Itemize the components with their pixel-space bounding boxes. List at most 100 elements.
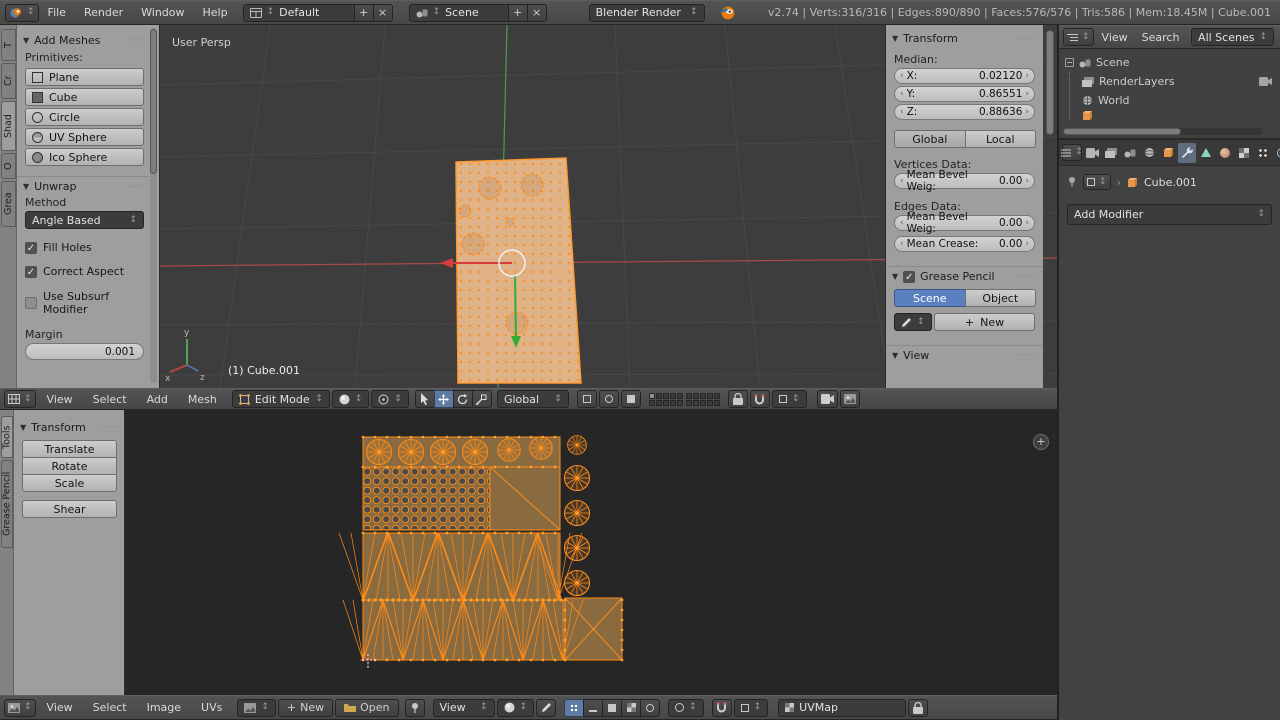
gp-layer-icon-dropdown[interactable] (894, 313, 932, 331)
menu-outliner-search[interactable]: Search (1136, 31, 1186, 44)
screen-layout-selector[interactable]: Default (242, 3, 355, 22)
menu-uv-uvs[interactable]: UVs (192, 701, 231, 714)
manipulator-rotate-button[interactable] (452, 390, 473, 408)
scene-selector[interactable]: Scene (408, 3, 509, 22)
tab-render[interactable] (1083, 143, 1101, 163)
tab-object-data[interactable] (1197, 143, 1215, 163)
add-uv-sphere-button[interactable]: UV Sphere (25, 128, 144, 146)
pivot-point-dropdown[interactable] (371, 390, 409, 408)
opengl-render-anim-button[interactable] (839, 390, 860, 408)
uv-draw-type-dropdown[interactable] (496, 698, 535, 717)
collapse-minus-icon[interactable]: − (1065, 58, 1074, 67)
scene-add-button[interactable]: + (507, 3, 528, 22)
editor-type-button-3d[interactable] (4, 390, 36, 408)
manipulator-translate-button[interactable] (433, 390, 454, 408)
increment-arrow-icon[interactable]: › (1025, 218, 1029, 228)
region-expand-plus-button[interactable]: + (1033, 434, 1049, 450)
panel-drag-dots-icon[interactable] (100, 423, 119, 433)
manipulator-scale-button[interactable] (471, 390, 492, 408)
view-panel-header[interactable]: ▼ View (886, 345, 1043, 364)
vertex-bevel-weight-slider[interactable]: ‹ Mean Bevel Weig: 0.00 › (894, 169, 1035, 193)
add-circle-button[interactable]: Circle (25, 108, 144, 126)
scene-delete-button[interactable]: × (526, 3, 547, 22)
image-open-button[interactable]: Open (335, 698, 399, 717)
menu-file[interactable]: File (39, 6, 75, 19)
gp-new-button[interactable]: + New (934, 313, 1035, 331)
snap-peel-button[interactable] (598, 390, 619, 408)
menu-window[interactable]: Window (132, 6, 193, 19)
tab-particles[interactable] (1254, 143, 1272, 163)
menu-render[interactable]: Render (75, 6, 132, 19)
gp-object-button[interactable]: Object (964, 289, 1036, 307)
uv-transform-panel-header[interactable]: ▼ Transform (14, 418, 125, 436)
add-plane-button[interactable]: Plane (25, 68, 144, 86)
add-cube-button[interactable]: Cube (25, 88, 144, 106)
median-y-field[interactable]: ‹ Y: 0.86551 › (894, 86, 1035, 102)
snap-toggle-button[interactable] (749, 390, 770, 408)
uv-face-select-button[interactable] (602, 698, 623, 717)
global-button[interactable]: Global (894, 130, 966, 148)
decrement-arrow-icon[interactable]: ‹ (900, 89, 904, 99)
menu-help[interactable]: Help (194, 6, 237, 19)
decrement-arrow-icon[interactable]: ‹ (900, 239, 904, 249)
uv-tab-grease-pencil[interactable]: Grease Pencil (1, 460, 13, 548)
render-engine-selector[interactable]: Blender Render (588, 3, 705, 22)
tab-shading-uvs[interactable]: Shad (1, 101, 16, 151)
add-meshes-panel-header[interactable]: ▼ Add Meshes (17, 31, 152, 49)
outliner-hscrollbar[interactable] (1063, 128, 1263, 135)
tab-create[interactable]: Cr (1, 63, 16, 99)
outliner-item-renderlayers[interactable]: RenderLayers (1070, 72, 1280, 91)
tab-texture[interactable] (1235, 143, 1253, 163)
uv-vertex-select-button[interactable] (564, 698, 585, 717)
uv-pencil-button[interactable] (536, 698, 557, 717)
checkbox-checked-icon[interactable] (25, 241, 37, 254)
tab-object[interactable] (1159, 143, 1177, 163)
editor-type-button-outliner[interactable] (1063, 28, 1094, 46)
outliner-item-clipped[interactable] (1070, 110, 1280, 120)
outliner-item-scene[interactable]: − Scene (1065, 53, 1280, 72)
add-ico-sphere-button[interactable]: Ico Sphere (25, 148, 144, 166)
proportional-edit-dropdown[interactable] (668, 698, 704, 717)
breadcrumb-browse-button[interactable] (1083, 174, 1111, 190)
render-restrict-icon[interactable] (1259, 77, 1272, 86)
image-pin-button[interactable] (404, 698, 425, 717)
viewport-shading-dropdown[interactable] (331, 390, 370, 408)
rotate-button[interactable]: Rotate (22, 457, 117, 475)
menu-uv-view[interactable]: View (38, 701, 82, 714)
tool-shelf-scrollbar[interactable] (150, 28, 157, 383)
fill-holes-checkbox-row[interactable]: Fill Holes (25, 241, 144, 254)
uv-map-selector[interactable]: UVMap (778, 698, 907, 717)
editor-type-button-info[interactable] (5, 3, 39, 22)
uv-snap-toggle-button[interactable] (711, 698, 732, 717)
decrement-arrow-icon[interactable]: ‹ (900, 107, 904, 117)
decrement-arrow-icon[interactable]: ‹ (900, 218, 904, 228)
margin-slider[interactable]: 0.001 (25, 343, 144, 360)
tab-render-layers[interactable] (1102, 143, 1120, 163)
grease-pencil-panel-header[interactable]: ▼ Grease Pencil (886, 266, 1043, 285)
uv-sync-select-button[interactable] (640, 698, 661, 717)
editor-type-button-uv[interactable] (4, 698, 36, 717)
median-z-field[interactable]: ‹ Z: 0.88636 › (894, 104, 1035, 120)
panel-drag-dots-icon[interactable] (127, 182, 146, 192)
correct-aspect-checkbox-row[interactable]: Correct Aspect (25, 265, 144, 278)
checkbox-checked-icon[interactable] (25, 265, 37, 278)
editor-type-button-properties[interactable] (1061, 144, 1082, 161)
layers-widget[interactable] (648, 392, 720, 406)
shear-button[interactable]: Shear (22, 500, 117, 518)
scrollbar-thumb[interactable] (1063, 128, 1181, 135)
screen-layout-delete-button[interactable]: × (372, 3, 393, 22)
opengl-render-still-button[interactable] (816, 390, 838, 408)
panel-drag-dots-icon[interactable] (1018, 34, 1037, 44)
increment-arrow-icon[interactable]: › (1025, 176, 1029, 186)
tab-material[interactable] (1216, 143, 1234, 163)
menu-3d-mesh[interactable]: Mesh (179, 393, 226, 406)
checkbox-unchecked-icon[interactable] (25, 297, 37, 309)
uv-tab-tools[interactable]: Tools (1, 416, 13, 458)
tab-scene[interactable] (1121, 143, 1139, 163)
image-new-button[interactable]: + New (277, 698, 334, 717)
menu-3d-view[interactable]: View (38, 393, 82, 406)
uv-snap-element-dropdown[interactable] (733, 698, 769, 717)
increment-arrow-icon[interactable]: › (1025, 89, 1029, 99)
render-border-button[interactable] (620, 390, 641, 408)
gp-scene-button[interactable]: Scene (894, 289, 966, 307)
